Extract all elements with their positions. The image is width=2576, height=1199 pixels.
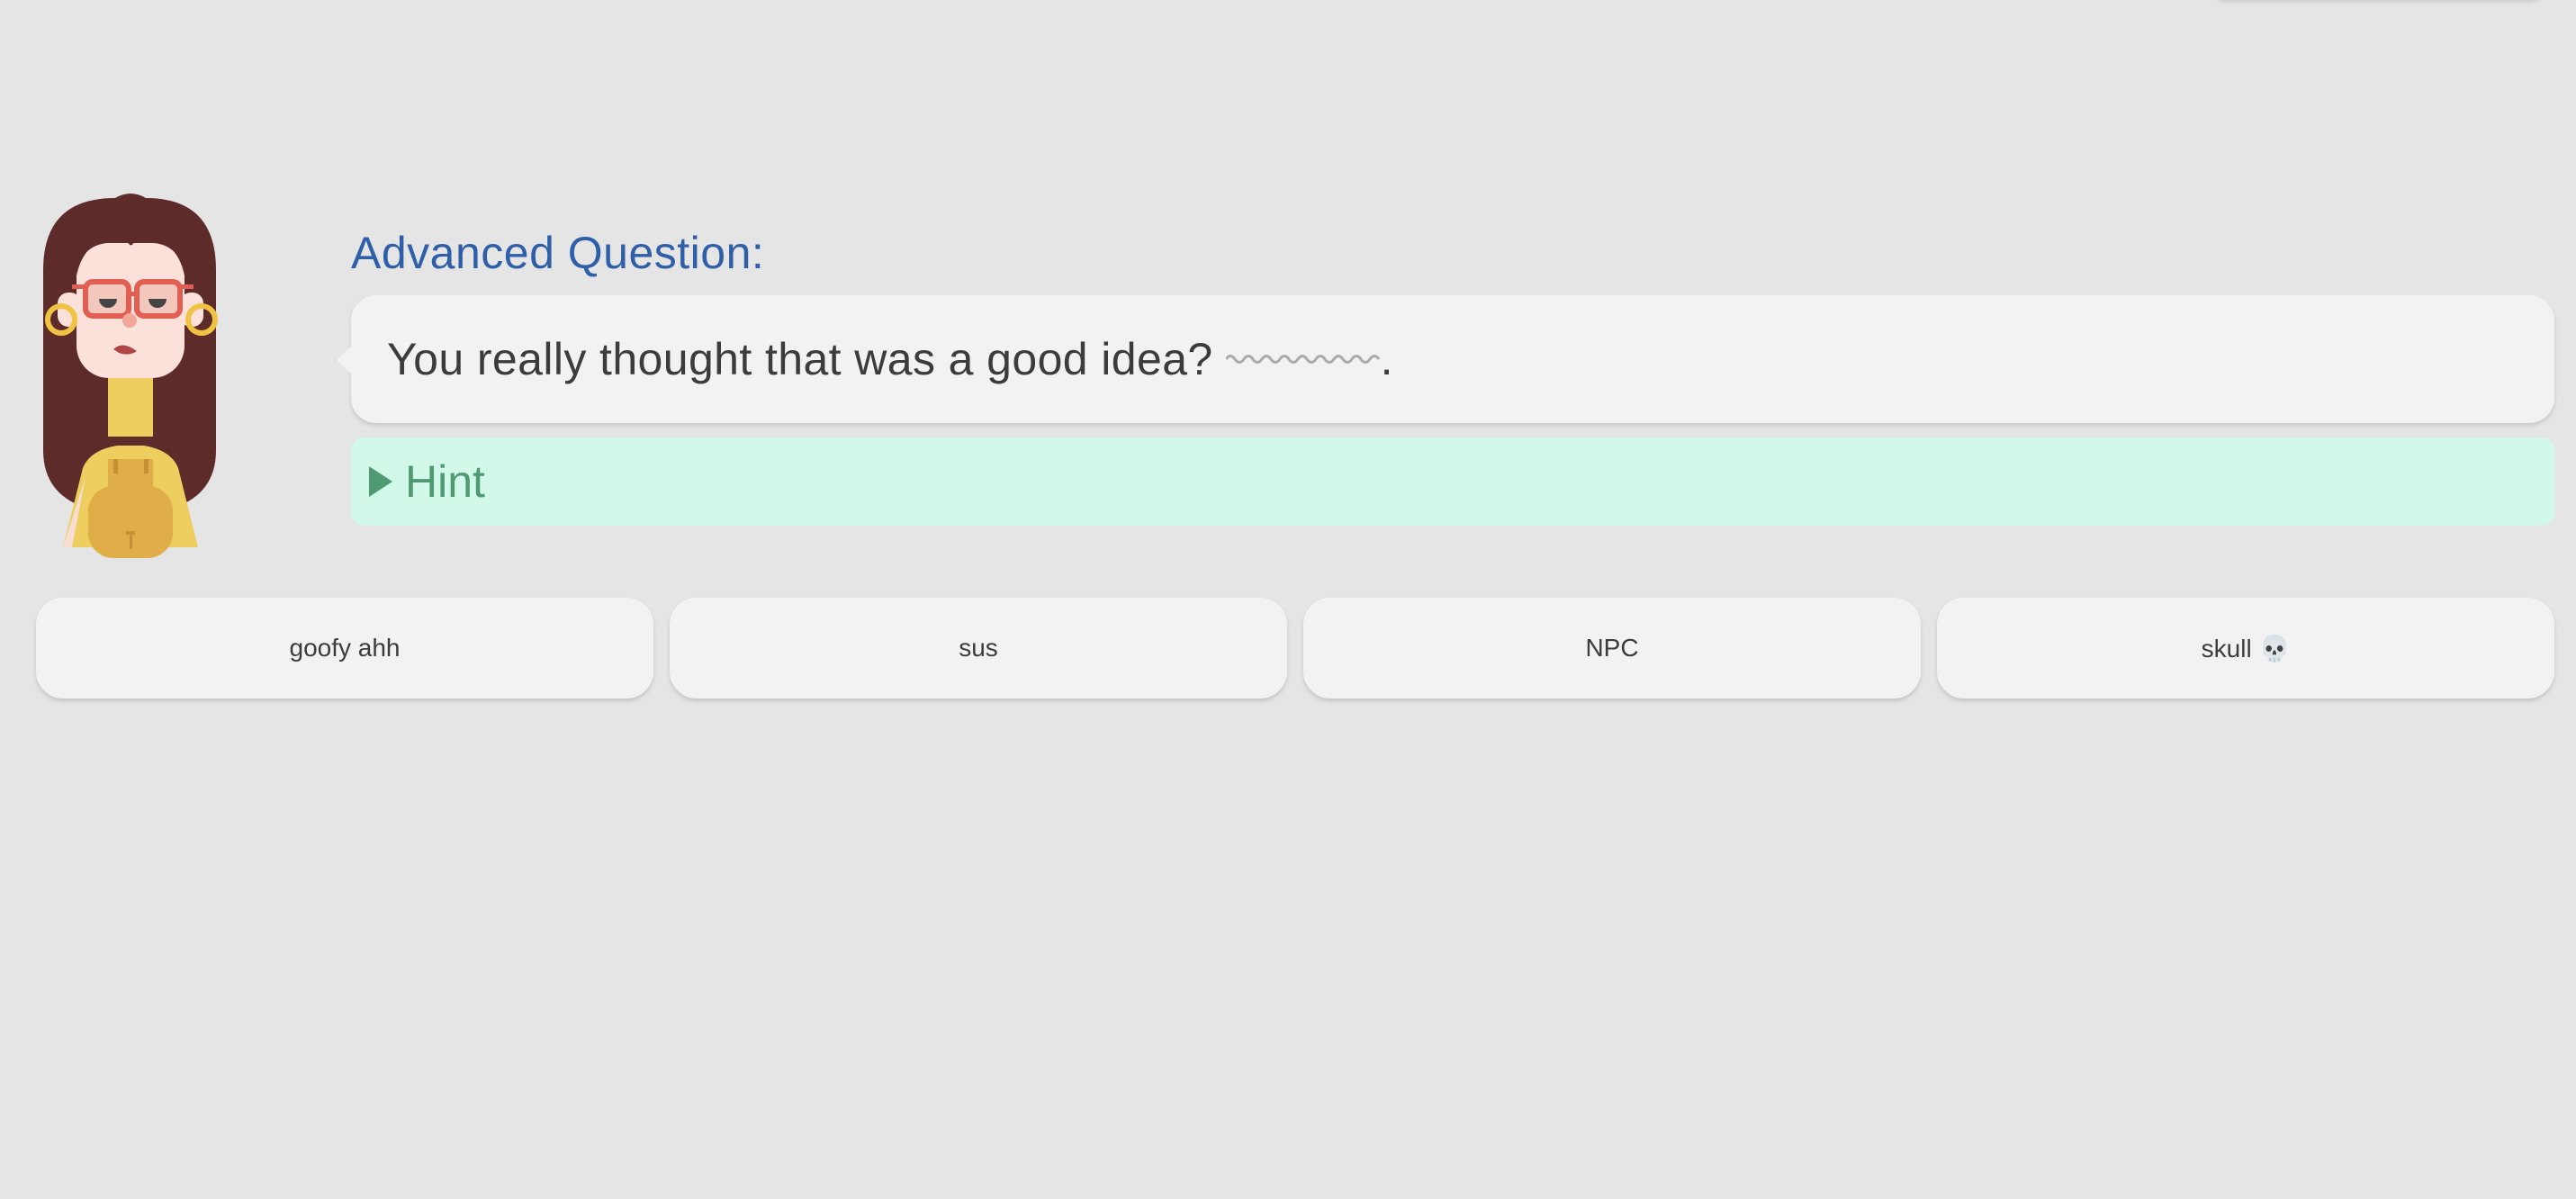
answer-option-4[interactable]: skull 💀 [1937, 598, 2554, 699]
bubble-tail [337, 346, 352, 374]
answer-option-3[interactable]: NPC [1303, 598, 1921, 699]
answer-option-2[interactable]: sus [670, 598, 1287, 699]
question-text: You really thought that was a good idea? [387, 334, 1213, 384]
answer-blank [1224, 350, 1381, 368]
woman-with-glasses-icon [43, 194, 218, 558]
question-bubble: You really thought that was a good idea?… [337, 295, 2554, 423]
sentence-period: . [1380, 334, 1393, 384]
answer-option-1[interactable]: goofy ahh [36, 598, 653, 699]
character-avatar [36, 189, 279, 558]
answer-options: goofy ahh sus NPC skull 💀 [36, 598, 2554, 702]
question-heading: Advanced Question: [351, 228, 765, 278]
hint-label: Hint [405, 456, 485, 507]
wavy-blank-icon [1224, 355, 1380, 364]
triangle-right-icon [369, 466, 392, 497]
hint-toggle[interactable]: Hint [351, 437, 2554, 526]
